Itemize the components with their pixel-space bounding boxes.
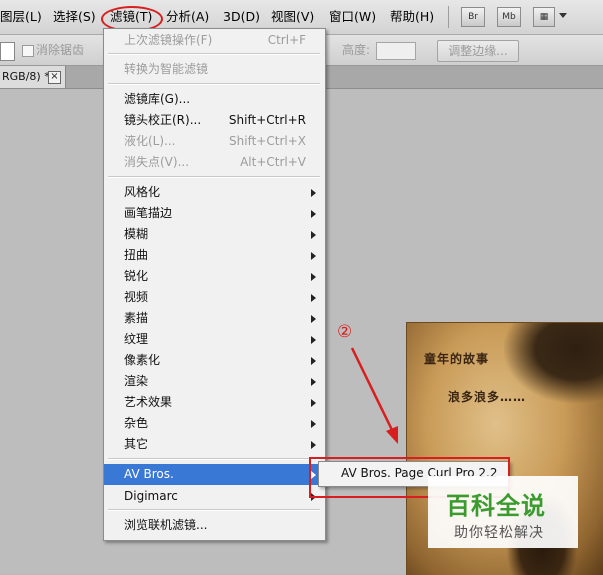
watermark-title: 百科全说 bbox=[446, 492, 546, 520]
watermark-subtitle: 助你轻松解决 bbox=[454, 525, 544, 541]
